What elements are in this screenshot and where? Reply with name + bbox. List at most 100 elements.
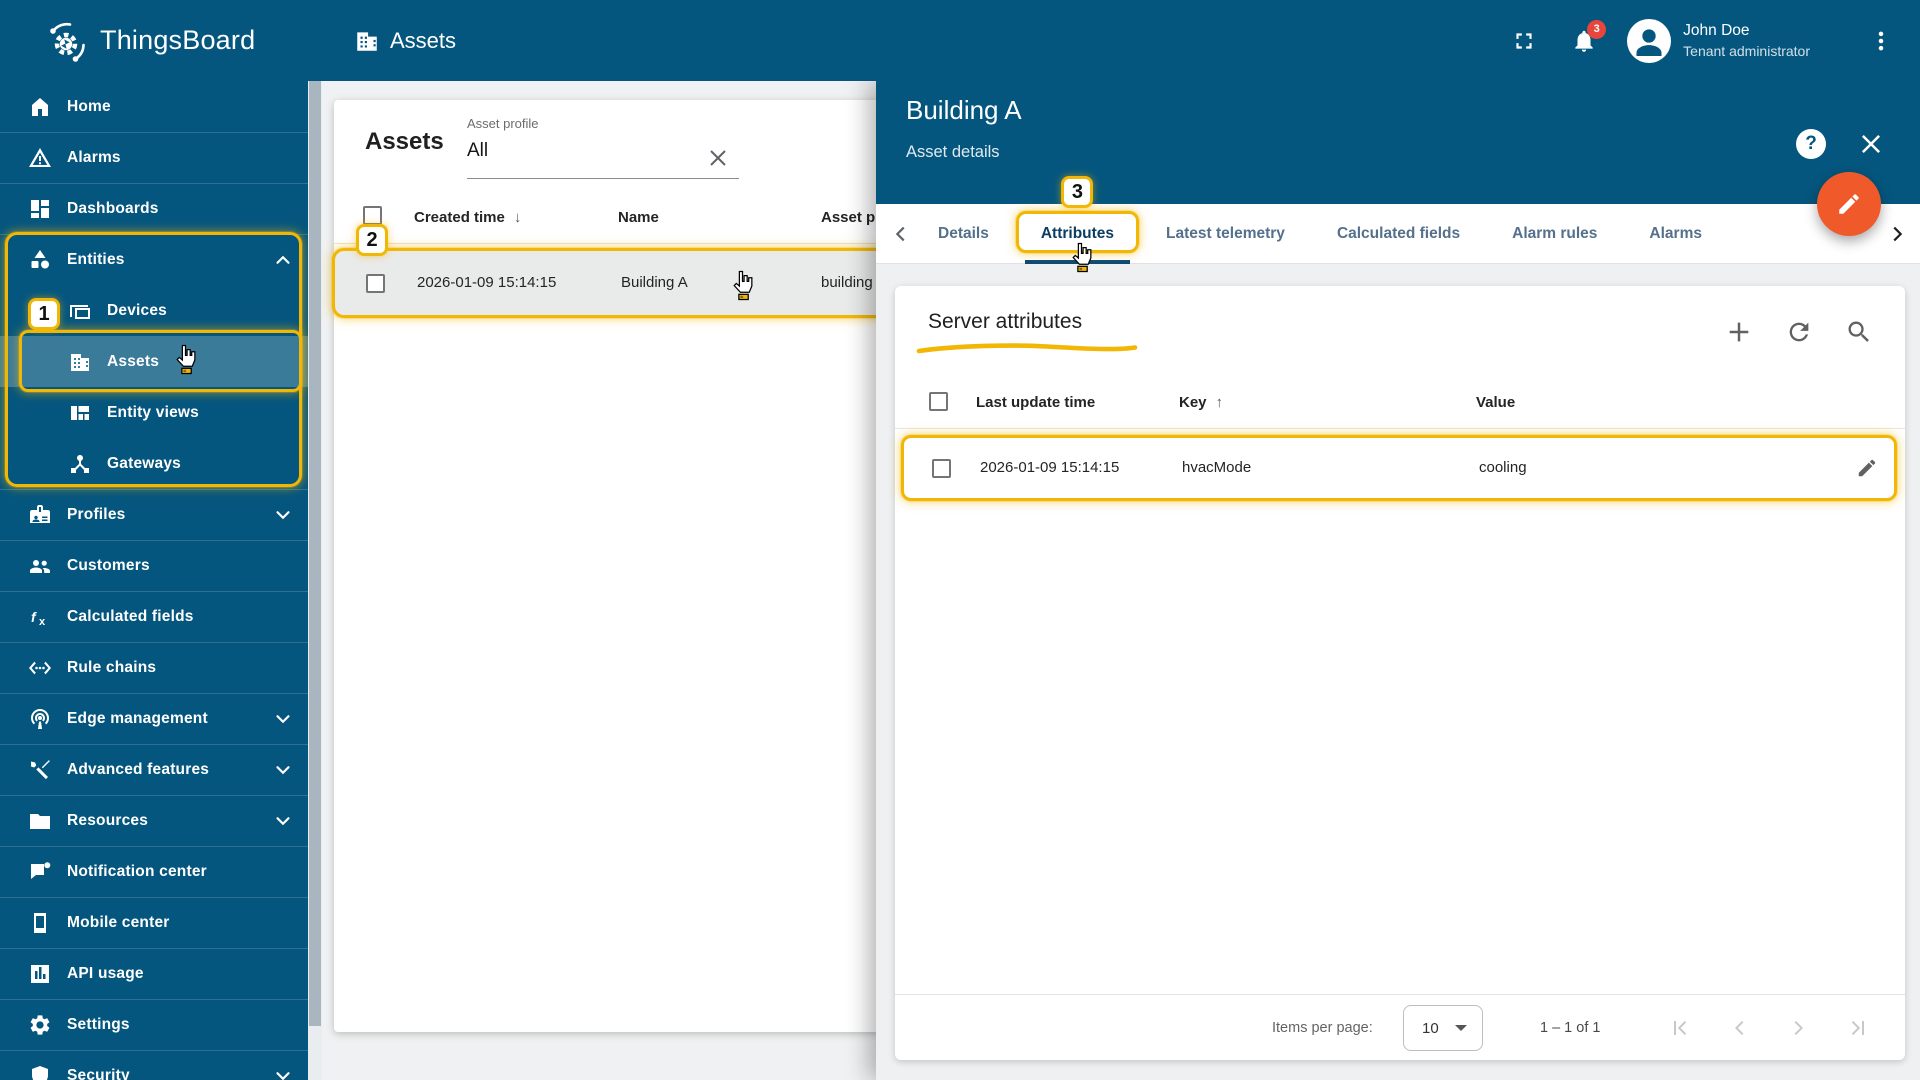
sidebar-item-settings[interactable]: Settings <box>0 999 308 1050</box>
sidebar-item-label: Rule chains <box>67 658 157 676</box>
profiles-icon <box>28 503 52 527</box>
search-icon[interactable] <box>1845 318 1873 346</box>
next-page-icon[interactable] <box>1786 1016 1810 1040</box>
last-page-icon[interactable] <box>1846 1016 1870 1040</box>
tab-label: Attributes <box>1040 224 1115 242</box>
row-checkbox[interactable] <box>366 274 385 293</box>
sidebar-item-rule-chains[interactable]: Rule chains <box>0 642 308 693</box>
tab-calculated-fields[interactable]: Calculated fields <box>1311 204 1486 263</box>
sidebar-scrollbar <box>308 81 322 1080</box>
sidebar-item-security[interactable]: Security <box>0 1050 308 1080</box>
attribute-row-hvacmode[interactable]: 2026-01-09 15:14:15 hvacMode cooling <box>901 435 1897 501</box>
sidebar-item-notification-center[interactable]: Notification center <box>0 846 308 897</box>
sidebar-item-label: Dashboards <box>67 199 159 217</box>
previous-page-icon[interactable] <box>1728 1016 1752 1040</box>
tab-label: Details <box>938 224 989 242</box>
mobile-center-icon <box>28 911 52 935</box>
edit-fab-button[interactable] <box>1817 172 1881 236</box>
assets-table-card: Assets Asset profile All Created time ↓ N… <box>332 100 894 1032</box>
column-key[interactable]: Key ↑ <box>1179 394 1223 411</box>
sidebar-item-label: Edge management <box>67 709 208 727</box>
app-name: ThingsBoard <box>100 25 256 55</box>
apartment-icon <box>354 28 380 54</box>
sidebar-item-alarms[interactable]: Alarms <box>0 132 308 183</box>
asset-profile-filter-value[interactable]: All <box>467 140 488 162</box>
help-icon[interactable]: ? <box>1796 129 1826 159</box>
user-info: John Doe Tenant administrator <box>1683 21 1810 61</box>
rule-chains-icon <box>28 656 52 680</box>
sidebar-item-home[interactable]: Home <box>0 81 308 132</box>
user-name: John Doe <box>1683 21 1750 39</box>
column-value[interactable]: Value <box>1476 394 1515 411</box>
security-icon <box>28 1064 52 1080</box>
tab-label: Alarm rules <box>1512 224 1598 242</box>
sidebar-item-gateways[interactable]: Gateways <box>0 438 308 489</box>
sidebar-item-label: Customers <box>67 556 150 574</box>
sidebar-item-assets[interactable]: Assets <box>0 336 308 387</box>
sidebar-item-dashboards[interactable]: Dashboards <box>0 183 308 234</box>
refresh-icon[interactable] <box>1785 318 1813 346</box>
tab-alarm-rules[interactable]: Alarm rules <box>1486 204 1623 263</box>
chevron-down-icon <box>272 810 294 832</box>
sidebar-item-label: Resources <box>67 811 149 829</box>
column-name[interactable]: Name <box>618 209 659 226</box>
alarms-icon <box>28 146 52 170</box>
sidebar-scrollbar-thumb[interactable] <box>309 81 321 1026</box>
details-tabs: Details Attributes 3 Latest telemetry Calcul… <box>876 176 1920 273</box>
thingsboard-app: ThingsBoard Assets 3 John Doe Tenant adm… <box>0 0 1920 1080</box>
chevron-down-icon <box>272 708 294 730</box>
sidebar-item-entities[interactable]: Entities <box>0 234 308 285</box>
topbar-actions: 3 John Doe Tenant administrator <box>1511 0 1894 81</box>
column-last-update-time[interactable]: Last update time <box>976 394 1095 411</box>
user-role: Tenant administrator <box>1683 42 1810 59</box>
kebab-menu-icon[interactable] <box>1868 28 1894 54</box>
tab-alarms[interactable]: Alarms <box>1623 204 1728 263</box>
tabs-scroll-left-icon[interactable] <box>890 223 912 245</box>
avatar[interactable] <box>1627 18 1672 63</box>
tabs-scroll-right-icon[interactable] <box>1886 223 1908 245</box>
chevron-up-icon <box>272 249 294 271</box>
edge-management-icon <box>28 707 52 731</box>
sidebar-item-label: Gateways <box>107 454 181 472</box>
first-page-icon[interactable] <box>1668 1016 1692 1040</box>
svg-text:x: x <box>39 616 46 628</box>
sidebar-item-profiles[interactable]: Profiles <box>0 489 308 540</box>
sidebar-item-entity-views[interactable]: Entity views <box>0 387 308 438</box>
breadcrumb: Assets <box>354 0 456 81</box>
select-all-attributes-checkbox[interactable] <box>929 392 948 411</box>
assets-list-section: Assets Asset profile All Created time ↓ N… <box>322 81 894 1080</box>
sidebar-item-api-usage[interactable]: API usage <box>0 948 308 999</box>
close-icon[interactable] <box>1858 131 1884 157</box>
sidebar-item-label: Entities <box>67 250 125 268</box>
sidebar-item-customers[interactable]: Customers <box>0 540 308 591</box>
sidebar-item-mobile-center[interactable]: Mobile center <box>0 897 308 948</box>
select-all-checkbox[interactable] <box>363 206 382 225</box>
customers-icon <box>28 554 52 578</box>
tab-label: Calculated fields <box>1336 224 1461 242</box>
items-per-page-select[interactable]: 10 <box>1403 1005 1483 1051</box>
sidebar-item-advanced-features[interactable]: Advanced features <box>0 744 308 795</box>
notifications-bell-icon[interactable]: 3 <box>1571 19 1607 54</box>
items-per-page-label: Items per page: <box>1272 1020 1373 1036</box>
tab-details[interactable]: Details <box>912 204 1015 263</box>
column-created-time[interactable]: Created time ↓ <box>414 209 521 226</box>
fullscreen-icon[interactable] <box>1511 28 1537 54</box>
column-asset-profile[interactable]: Asset p <box>821 209 875 226</box>
tab-attributes[interactable]: Attributes 3 <box>1015 176 1140 273</box>
sort-desc-icon: ↓ <box>513 209 522 226</box>
tab-latest-telemetry[interactable]: Latest telemetry <box>1140 204 1311 263</box>
sidebar-item-devices[interactable]: Devices <box>0 285 308 336</box>
items-per-page-value: 10 <box>1422 1019 1439 1037</box>
chevron-down-icon <box>272 1065 294 1080</box>
sidebar-item-calculated-fields[interactable]: f x Calculated fields <box>0 591 308 642</box>
edit-attribute-pencil-icon[interactable] <box>1856 457 1878 479</box>
sidebar-item-resources[interactable]: Resources <box>0 795 308 846</box>
svg-text:f: f <box>31 609 37 625</box>
pagination-range: 1 – 1 of 1 <box>1540 1020 1601 1036</box>
sidebar-item-label: Assets <box>107 352 160 370</box>
clear-filter-icon[interactable] <box>706 146 730 170</box>
attribute-row-checkbox[interactable] <box>932 459 951 478</box>
add-attribute-icon[interactable] <box>1725 318 1753 346</box>
sidebar-item-edge-management[interactable]: Edge management <box>0 693 308 744</box>
asset-row-building-a[interactable]: 2026-01-09 15:14:15 Building A building <box>332 248 894 318</box>
